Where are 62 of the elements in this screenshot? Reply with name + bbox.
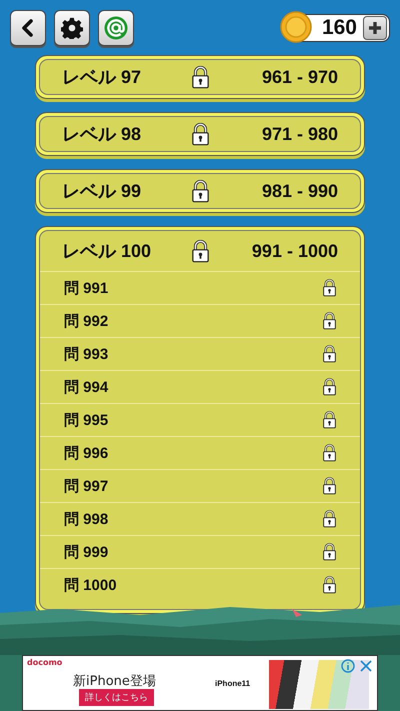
coin-icon xyxy=(280,11,312,43)
ad-details-button[interactable]: 詳しくはこちら xyxy=(79,689,154,706)
ad-banner[interactable]: docomo 新iPhone登場 詳しくはこちら iPhone11 xyxy=(22,655,378,711)
padlock-icon xyxy=(323,543,336,561)
question-label: 問 999 xyxy=(64,542,108,562)
padlock-icon xyxy=(323,576,336,594)
question-range: 961 - 970 xyxy=(262,66,338,88)
padlock-icon xyxy=(323,444,336,462)
question-row[interactable]: 問 993 xyxy=(40,337,360,370)
padlock-icon xyxy=(323,312,336,330)
question-label: 問 993 xyxy=(64,344,108,364)
level-title: レベル 97 xyxy=(62,66,142,89)
settings-icon xyxy=(61,17,83,39)
padlock-icon xyxy=(323,378,336,396)
ad-brand: docomo xyxy=(27,658,62,667)
question-label: 問 991 xyxy=(64,278,108,298)
info-icon[interactable] xyxy=(341,659,355,673)
settings-button[interactable] xyxy=(54,10,90,46)
padlock-icon xyxy=(192,240,208,262)
padlock-icon xyxy=(323,411,336,429)
level-card[interactable]: レベル 100 991 - 1000 問 991 問 992 問 993 問 994 問 995 問 996 問 997 問 998 問 999 問 1000 xyxy=(35,226,365,614)
level-title: レベル 98 xyxy=(62,123,142,146)
level-card[interactable]: レベル 98 971 - 980 xyxy=(35,112,365,156)
ad-product-name: iPhone11 xyxy=(215,678,250,688)
question-label: 問 998 xyxy=(64,510,108,528)
ad-headline: 新iPhone登場 xyxy=(73,673,156,690)
plus-icon xyxy=(368,21,382,35)
question-row[interactable]: 問 997 xyxy=(40,469,360,502)
padlock-icon xyxy=(192,122,208,146)
question-label: 問 996 xyxy=(64,444,108,462)
padlock-icon xyxy=(192,66,208,88)
question-range: 971 - 980 xyxy=(262,124,338,144)
question-label: 問 994 xyxy=(64,378,108,396)
question-label: 問 997 xyxy=(64,476,108,496)
close-icon[interactable] xyxy=(359,659,373,673)
level-title: レベル 100 xyxy=(62,240,152,263)
question-row[interactable]: 問 998 xyxy=(40,502,360,535)
question-label: 問 1000 xyxy=(64,576,117,594)
level-card[interactable]: レベル 97 961 - 970 xyxy=(35,55,365,99)
question-label: 問 992 xyxy=(64,312,108,330)
question-row[interactable]: 問 999 xyxy=(40,535,360,568)
question-row[interactable]: 問 992 xyxy=(40,304,360,337)
mail-button[interactable] xyxy=(98,10,134,46)
back-button[interactable] xyxy=(10,10,46,46)
question-range: 981 - 990 xyxy=(262,180,338,202)
question-row[interactable]: 問 1000 xyxy=(40,568,360,601)
coin-count: 160 xyxy=(320,16,358,40)
padlock-icon xyxy=(323,345,336,363)
question-range: 991 - 1000 xyxy=(252,240,338,262)
question-row[interactable]: 問 994 xyxy=(40,370,360,403)
question-row[interactable]: 問 995 xyxy=(40,403,360,436)
level-card[interactable]: レベル 99 981 - 990 xyxy=(35,169,365,213)
padlock-icon xyxy=(323,510,336,528)
level-title: レベル 99 xyxy=(62,180,142,203)
add-coins-button[interactable] xyxy=(363,16,387,40)
question-row[interactable]: 問 991 xyxy=(40,271,360,304)
at-sign-icon xyxy=(104,16,128,40)
padlock-icon xyxy=(323,477,336,495)
question-label: 問 995 xyxy=(64,410,108,430)
padlock-icon xyxy=(192,180,208,202)
padlock-icon xyxy=(323,279,336,297)
question-row[interactable]: 問 996 xyxy=(40,436,360,469)
